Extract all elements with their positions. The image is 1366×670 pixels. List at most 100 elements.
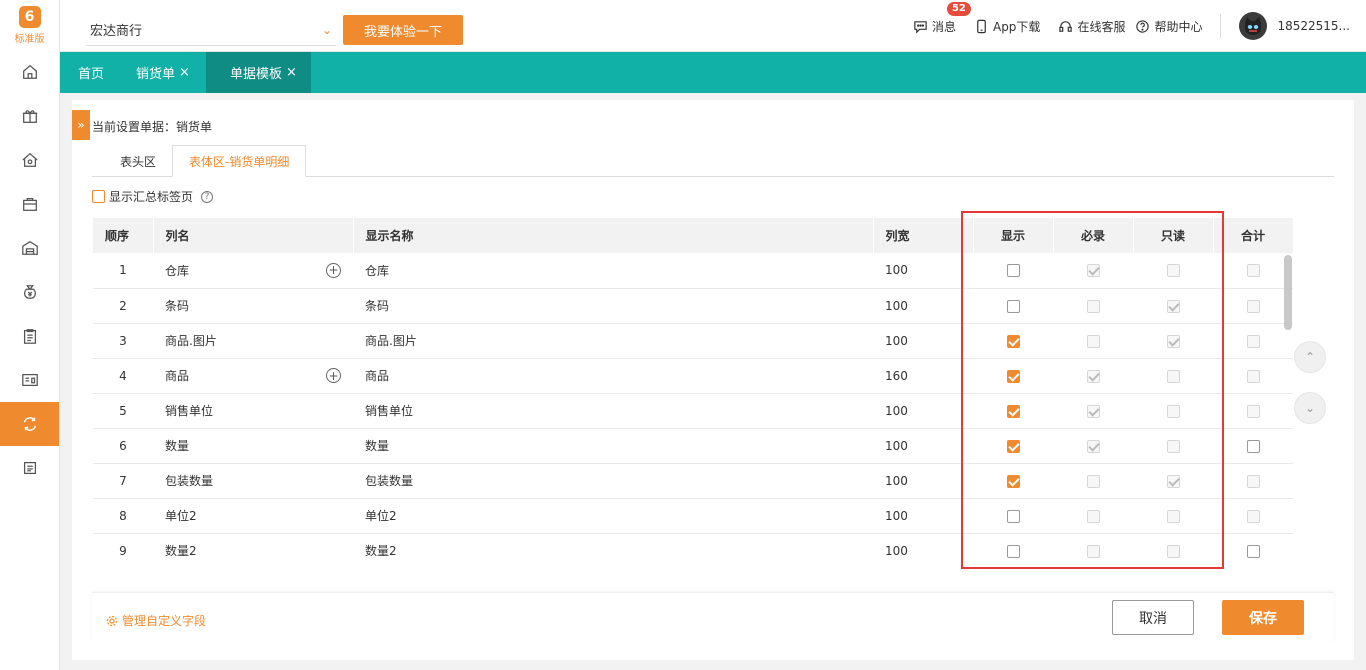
row-width[interactable]: 100 bbox=[873, 323, 973, 359]
app-logo[interactable]: 6 标准版 bbox=[0, 0, 59, 50]
help-center-link[interactable]: 帮助中心 bbox=[1135, 18, 1202, 35]
row-width[interactable]: 100 bbox=[873, 463, 973, 499]
readonly-checkbox[interactable] bbox=[1166, 509, 1180, 523]
online-service-link[interactable]: 在线客服 bbox=[1058, 18, 1125, 35]
total-checkbox[interactable] bbox=[1246, 264, 1260, 278]
required-checkbox[interactable] bbox=[1086, 264, 1100, 278]
total-checkbox[interactable] bbox=[1246, 544, 1260, 558]
total-checkbox[interactable] bbox=[1246, 299, 1260, 313]
row-display-name[interactable]: 仓库 bbox=[353, 253, 873, 289]
show-checkbox[interactable] bbox=[1006, 404, 1020, 418]
readonly-checkbox[interactable] bbox=[1166, 404, 1180, 418]
expand-panel-button[interactable]: » bbox=[72, 110, 90, 140]
sidebar-item-home[interactable] bbox=[0, 50, 59, 94]
tab-home[interactable]: 首页 bbox=[60, 52, 120, 93]
plus-circle-icon[interactable]: + bbox=[326, 262, 341, 278]
plus-circle-icon[interactable]: + bbox=[326, 368, 341, 383]
sidebar-item-house-settings[interactable] bbox=[0, 138, 59, 182]
required-checkbox[interactable] bbox=[1086, 544, 1100, 558]
scroll-up-button[interactable]: ⌃ bbox=[1294, 341, 1326, 373]
sidebar-item-clipboard[interactable] bbox=[0, 314, 59, 358]
close-icon[interactable]: × bbox=[286, 65, 297, 80]
readonly-checkbox[interactable] bbox=[1166, 334, 1180, 348]
total-checkbox[interactable] bbox=[1246, 404, 1260, 418]
readonly-checkbox[interactable] bbox=[1166, 439, 1180, 453]
show-cell bbox=[973, 358, 1053, 394]
tab-body-area[interactable]: 表体区-销货单明细 bbox=[172, 145, 307, 177]
summary-checkbox[interactable] bbox=[92, 190, 105, 203]
table-row: 6 数量 数量 100 bbox=[93, 428, 1293, 464]
tab-sales-order[interactable]: 销货单 × bbox=[120, 52, 206, 93]
manage-custom-fields-link[interactable]: 管理自定义字段 bbox=[106, 612, 206, 629]
required-checkbox[interactable] bbox=[1086, 474, 1100, 488]
row-display-name[interactable]: 商品.图片 bbox=[353, 323, 873, 359]
show-checkbox[interactable] bbox=[1006, 509, 1020, 523]
readonly-checkbox[interactable] bbox=[1166, 264, 1180, 278]
readonly-checkbox[interactable] bbox=[1166, 474, 1180, 488]
required-checkbox[interactable] bbox=[1086, 334, 1100, 348]
required-checkbox[interactable] bbox=[1086, 299, 1100, 313]
readonly-checkbox[interactable] bbox=[1166, 299, 1180, 313]
row-display-name[interactable]: 销售单位 bbox=[353, 393, 873, 429]
row-display-name[interactable]: 商品 bbox=[353, 358, 873, 394]
sidebar-item-bag[interactable] bbox=[0, 182, 59, 226]
row-display-name[interactable]: 数量 bbox=[353, 428, 873, 464]
home-icon bbox=[22, 64, 37, 79]
show-checkbox[interactable] bbox=[1006, 369, 1020, 383]
row-width[interactable]: 100 bbox=[873, 498, 973, 534]
required-checkbox[interactable] bbox=[1086, 369, 1100, 383]
required-checkbox[interactable] bbox=[1086, 509, 1100, 523]
row-display-name[interactable]: 条码 bbox=[353, 288, 873, 324]
required-checkbox[interactable] bbox=[1086, 439, 1100, 453]
sidebar-item-new[interactable] bbox=[0, 446, 59, 490]
user-name[interactable]: 18522515... bbox=[1277, 19, 1350, 33]
total-checkbox[interactable] bbox=[1246, 334, 1260, 348]
tab-document-template[interactable]: 单据模板 × bbox=[205, 52, 311, 93]
row-width[interactable]: 100 bbox=[873, 393, 973, 429]
app-download-label: App下载 bbox=[992, 19, 1041, 34]
scroll-down-button[interactable]: ⌄ bbox=[1294, 392, 1326, 424]
messages-link[interactable]: 消息 52 bbox=[913, 1, 971, 35]
row-display-name[interactable]: 数量2 bbox=[353, 533, 873, 568]
row-display-name[interactable]: 单位2 bbox=[353, 498, 873, 534]
readonly-checkbox[interactable] bbox=[1166, 544, 1180, 558]
show-checkbox[interactable] bbox=[1006, 264, 1020, 278]
total-checkbox[interactable] bbox=[1246, 474, 1260, 488]
row-width[interactable]: 100 bbox=[873, 428, 973, 464]
show-checkbox[interactable] bbox=[1006, 544, 1020, 558]
cancel-button[interactable]: 取消 bbox=[1112, 600, 1194, 635]
summary-toggle[interactable]: 显示汇总标签页 ? bbox=[92, 188, 214, 205]
sidebar-item-warehouse[interactable] bbox=[0, 226, 59, 270]
sidebar-item-gift[interactable] bbox=[0, 94, 59, 138]
readonly-cell bbox=[1133, 533, 1213, 568]
close-icon[interactable]: × bbox=[179, 65, 190, 80]
tab-header-area[interactable]: 表头区 bbox=[92, 145, 172, 177]
readonly-checkbox[interactable] bbox=[1166, 369, 1180, 383]
table-scrollbar[interactable] bbox=[1284, 255, 1292, 330]
try-experience-button[interactable]: 我要体验一下 bbox=[343, 15, 463, 45]
company-select[interactable]: 宏达商行 ⌄ bbox=[86, 14, 336, 46]
row-width[interactable]: 100 bbox=[873, 253, 973, 289]
avatar[interactable] bbox=[1239, 12, 1268, 40]
show-checkbox[interactable] bbox=[1006, 439, 1020, 453]
row-display-name[interactable]: 包装数量 bbox=[353, 463, 873, 499]
show-checkbox[interactable] bbox=[1006, 299, 1020, 313]
total-checkbox[interactable] bbox=[1246, 439, 1260, 453]
show-checkbox[interactable] bbox=[1006, 334, 1020, 348]
warehouse-icon bbox=[21, 240, 38, 255]
sidebar-item-id-card[interactable] bbox=[0, 358, 59, 402]
total-checkbox[interactable] bbox=[1246, 369, 1260, 383]
total-checkbox[interactable] bbox=[1246, 509, 1260, 523]
row-width[interactable]: 160 bbox=[873, 358, 973, 394]
row-width[interactable]: 100 bbox=[873, 533, 973, 568]
required-checkbox[interactable] bbox=[1086, 404, 1100, 418]
show-checkbox[interactable] bbox=[1006, 474, 1020, 488]
row-column-name-cell: 销售单位 bbox=[153, 393, 353, 429]
sidebar-item-money[interactable] bbox=[0, 270, 59, 314]
app-download-link[interactable]: App下载 bbox=[974, 18, 1040, 35]
row-width[interactable]: 100 bbox=[873, 288, 973, 324]
save-button[interactable]: 保存 bbox=[1222, 600, 1304, 635]
sidebar-item-sync[interactable] bbox=[0, 402, 59, 446]
total-cell bbox=[1213, 288, 1293, 324]
question-icon[interactable]: ? bbox=[201, 190, 214, 203]
